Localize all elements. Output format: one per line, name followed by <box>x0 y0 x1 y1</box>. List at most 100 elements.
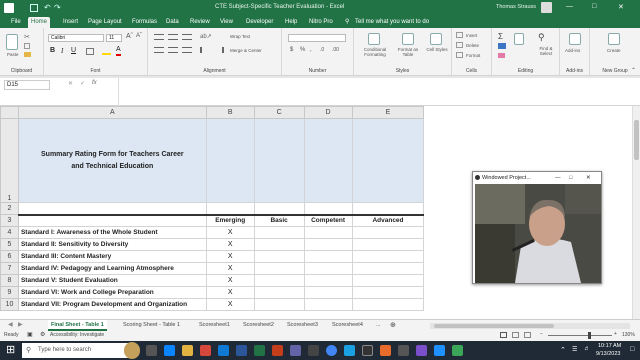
row-header-2[interactable]: 2 <box>0 202 19 215</box>
row-header[interactable]: 8 <box>0 274 19 287</box>
currency-icon[interactable]: $ <box>290 47 293 53</box>
basic-cell[interactable] <box>253 298 305 311</box>
font-name-select[interactable]: Calibri <box>48 34 104 42</box>
zoom-level[interactable]: 130% <box>622 332 635 338</box>
tab-developer[interactable]: Developer <box>243 17 276 28</box>
row-header[interactable]: 10 <box>0 298 19 311</box>
mail-icon[interactable] <box>218 345 229 356</box>
tab-review[interactable]: Review <box>187 17 213 28</box>
decrease-indent-icon[interactable] <box>200 47 210 53</box>
save-icon[interactable] <box>30 4 38 12</box>
align-right-icon[interactable] <box>182 47 192 53</box>
webcam-maximize-button[interactable]: □ <box>569 172 572 184</box>
standard-label[interactable]: Standard IV: Pedagogy and Learning Atmos… <box>17 262 207 275</box>
cut-icon[interactable]: ✂ <box>24 33 30 41</box>
tab-data[interactable]: Data <box>163 17 182 28</box>
page-break-view-icon[interactable] <box>524 332 531 338</box>
cell-c2[interactable] <box>253 202 305 215</box>
paste-icon[interactable] <box>6 34 18 50</box>
normal-view-icon[interactable] <box>500 332 507 338</box>
close-button[interactable]: ✕ <box>618 3 624 11</box>
header-basic[interactable]: Basic <box>253 213 305 227</box>
teams-icon[interactable] <box>290 345 301 356</box>
column-header-a[interactable]: A <box>17 106 207 119</box>
system-tray-icon[interactable]: ⌃ <box>560 346 566 354</box>
competent-cell[interactable] <box>303 226 353 239</box>
column-header-b[interactable]: B <box>205 106 255 119</box>
cell-a2[interactable] <box>17 202 207 215</box>
competent-cell[interactable] <box>303 298 353 311</box>
increase-decimal-icon[interactable]: .0 <box>320 47 324 53</box>
page-layout-view-icon[interactable] <box>512 332 519 338</box>
app-icon[interactable] <box>398 345 409 356</box>
file-explorer-icon[interactable] <box>182 345 193 356</box>
increase-font-icon[interactable]: Aˆ <box>126 33 133 40</box>
chrome-icon[interactable] <box>326 345 337 356</box>
cell-b1[interactable] <box>205 118 255 203</box>
tell-me-icon[interactable]: ⚲ <box>342 17 352 28</box>
align-left-icon[interactable] <box>154 47 164 53</box>
orientation-icon[interactable]: ab↗ <box>200 33 212 40</box>
row-header-1[interactable]: 1 <box>0 118 19 203</box>
clock-date[interactable]: 9/13/2023 <box>596 351 620 357</box>
merge-center-button[interactable]: Merge & Center <box>230 48 262 53</box>
scrollbar-thumb[interactable] <box>634 120 639 160</box>
maximize-button[interactable]: □ <box>592 3 596 10</box>
emerging-mark[interactable]: X <box>205 262 255 275</box>
tab-page-layout[interactable]: Page Layout <box>85 17 125 28</box>
zoom-slider[interactable] <box>548 332 612 339</box>
network-icon[interactable]: ☰ <box>572 346 577 353</box>
cell-styles-icon[interactable] <box>430 33 442 45</box>
competent-cell[interactable] <box>303 250 353 263</box>
row-header[interactable]: 7 <box>0 262 19 275</box>
undo-icon[interactable]: ↶ <box>44 3 51 12</box>
tab-file[interactable]: File <box>8 17 24 28</box>
advanced-cell[interactable] <box>351 250 425 263</box>
align-bottom-icon[interactable] <box>182 34 192 40</box>
cell-a3[interactable] <box>17 213 207 227</box>
redo-icon[interactable]: ↷ <box>54 3 61 12</box>
zoom-out-button[interactable]: − <box>540 331 543 337</box>
excel-taskbar-icon[interactable] <box>254 345 265 356</box>
cell-b2[interactable] <box>205 202 255 215</box>
row-header[interactable]: 5 <box>0 238 19 251</box>
align-center-icon[interactable] <box>168 47 178 53</box>
competent-cell[interactable] <box>303 238 353 251</box>
italic-button[interactable]: I <box>61 47 63 55</box>
align-top-icon[interactable] <box>154 34 164 40</box>
competent-cell[interactable] <box>303 274 353 287</box>
row-header[interactable]: 4 <box>0 226 19 239</box>
sheet-tab-scoring[interactable]: Scoring Sheet - Table 1 <box>120 320 183 331</box>
zoom-slider-thumb[interactable] <box>588 332 591 339</box>
decrease-decimal-icon[interactable]: .00 <box>332 47 339 53</box>
task-view-icon[interactable] <box>146 345 157 356</box>
basic-cell[interactable] <box>253 250 305 263</box>
emerging-mark[interactable]: X <box>205 226 255 239</box>
header-emerging[interactable]: Emerging <box>205 213 255 227</box>
horizontal-scrollbar[interactable] <box>430 323 630 329</box>
empty-area[interactable] <box>424 287 640 299</box>
insert-function-icon[interactable]: fx <box>92 80 97 86</box>
cell-c1[interactable] <box>253 118 305 203</box>
cell-d1[interactable] <box>303 118 353 203</box>
format-cells-icon[interactable] <box>456 52 463 58</box>
comma-icon[interactable]: , <box>310 47 312 53</box>
zoom-in-button[interactable]: + <box>614 331 617 337</box>
advanced-cell[interactable] <box>351 238 425 251</box>
search-highlights-icon[interactable] <box>124 342 140 359</box>
app-icon[interactable] <box>452 345 463 356</box>
underline-button[interactable]: U <box>71 47 76 54</box>
scrollbar-thumb[interactable] <box>434 324 554 328</box>
standard-label[interactable]: Standard I: Awareness of the Whole Stude… <box>17 226 207 239</box>
clear-icon[interactable] <box>498 53 505 58</box>
webcam-minimize-button[interactable]: — <box>555 172 561 184</box>
column-header-e[interactable]: E <box>351 106 425 119</box>
row-header[interactable]: 6 <box>0 250 19 263</box>
tab-view[interactable]: View <box>217 17 236 28</box>
autosum-icon[interactable]: Σ <box>498 32 503 41</box>
next-sheet-icon[interactable]: ▶ <box>18 321 23 328</box>
basic-cell[interactable] <box>253 238 305 251</box>
decrease-font-icon[interactable]: Aˇ <box>136 33 142 39</box>
accessibility-status[interactable]: Accessibility: Investigate <box>50 332 104 338</box>
emerging-mark[interactable]: X <box>205 298 255 311</box>
